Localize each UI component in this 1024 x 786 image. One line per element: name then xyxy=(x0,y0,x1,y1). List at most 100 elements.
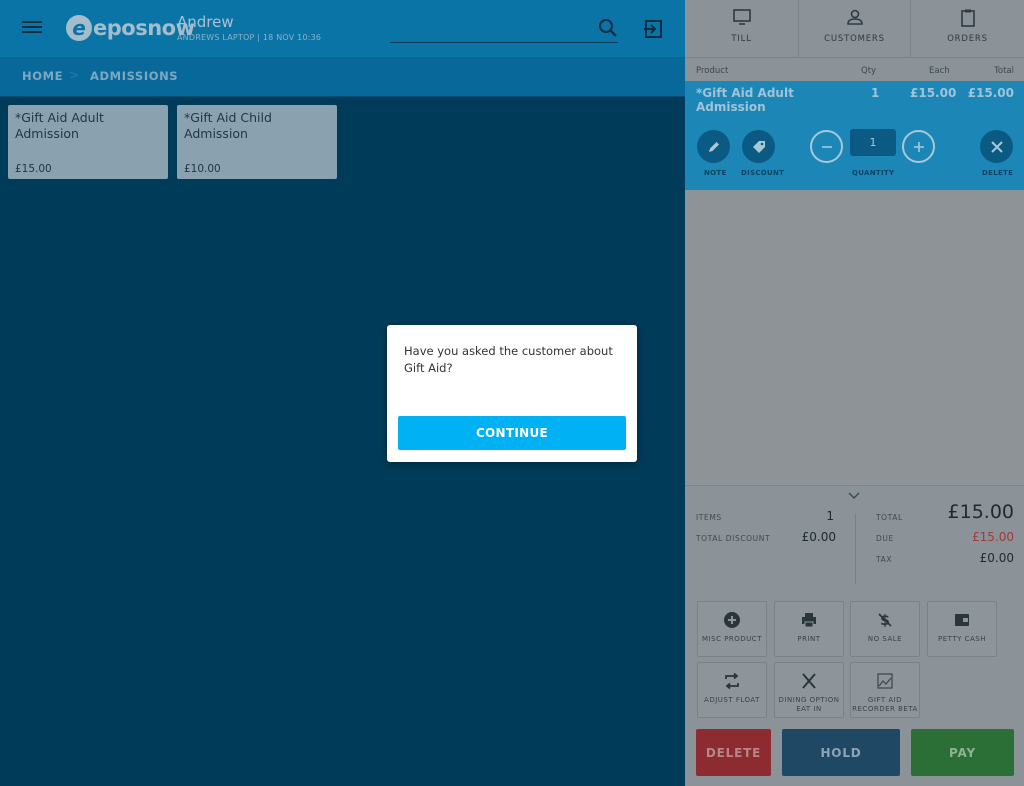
quantity-input[interactable] xyxy=(850,129,896,156)
device-datetime: ANDREWS LAPTOP | 18 NOV 10:36 xyxy=(177,33,322,42)
note-button[interactable] xyxy=(697,130,730,163)
cart-empty-space xyxy=(685,190,1024,485)
dining-option-line2: EAT IN xyxy=(796,705,822,713)
petty-cash-button[interactable]: PETTY CASH xyxy=(927,601,997,657)
breadcrumb-home[interactable]: HOME xyxy=(22,69,63,83)
col-each: Each xyxy=(929,66,950,76)
tab-customers[interactable]: CUSTOMERS xyxy=(798,0,911,58)
tab-till[interactable]: TILL xyxy=(685,0,798,58)
cart-line-item[interactable]: *Gift Aid Adult Admission 1 £15.00 £15.0… xyxy=(685,81,1024,190)
monitor-icon xyxy=(732,9,751,25)
cart-panel: TILL CUSTOMERS ORDERS Product Qty Each T… xyxy=(685,0,1024,786)
chevron-down-icon[interactable] xyxy=(848,492,860,500)
gift-aid-line2: RECORDER BETA xyxy=(852,705,918,713)
tax-label: TAX xyxy=(876,555,893,564)
total-label: TOTAL xyxy=(876,513,903,522)
tab-customers-label: CUSTOMERS xyxy=(824,34,885,44)
user-name: Andrew xyxy=(177,13,234,31)
total-discount-label: TOTAL DISCOUNT xyxy=(696,534,771,543)
misc-product-button[interactable]: MISC PRODUCT xyxy=(697,601,767,657)
top-bar: e eposnow Andrew ANDREWS LAPTOP | 18 NOV… xyxy=(0,0,685,57)
note-label: NOTE xyxy=(704,169,727,177)
pay-button[interactable]: PAY xyxy=(911,729,1014,776)
line-qty: 1 xyxy=(871,86,880,100)
misc-product-label: MISC PRODUCT xyxy=(702,635,762,643)
continue-button[interactable]: CONTINUE xyxy=(398,416,626,450)
delete-label: DELETE xyxy=(982,169,1014,177)
product-name: *Gift Aid Child Admission xyxy=(184,110,272,141)
delete-line-button[interactable] xyxy=(980,130,1013,163)
printer-icon xyxy=(802,613,816,628)
discount-label: DISCOUNT xyxy=(741,169,785,177)
gift-aid-recorder-button[interactable]: GIFT AID RECORDER BETA xyxy=(850,662,920,718)
tab-orders[interactable]: ORDERS xyxy=(911,0,1024,58)
print-label: PRINT xyxy=(797,635,821,643)
cart-header-row: Product Qty Each Total xyxy=(685,66,1024,80)
adjust-float-button[interactable]: ADJUST FLOAT xyxy=(697,662,767,718)
tag-icon xyxy=(752,140,765,153)
gift-aid-line1: GIFT AID xyxy=(867,696,903,704)
petty-cash-label: PETTY CASH xyxy=(938,635,986,643)
logout-icon[interactable] xyxy=(643,19,663,39)
minus-icon xyxy=(821,145,832,148)
dining-option-label: DINING OPTION EAT IN xyxy=(775,696,843,714)
total-discount-value: £0.00 xyxy=(801,530,836,544)
breadcrumb-separator: > xyxy=(69,68,80,82)
close-icon xyxy=(990,140,1003,153)
print-button[interactable]: PRINT xyxy=(774,601,844,657)
pencil-icon xyxy=(708,141,719,152)
product-tile[interactable]: *Gift Aid Adult Admission £15.00 xyxy=(8,105,168,179)
decrease-quantity-button[interactable] xyxy=(810,130,843,163)
gift-aid-dialog: Have you asked the customer about Gift A… xyxy=(387,325,637,462)
delete-sale-button[interactable]: DELETE xyxy=(696,729,771,776)
hold-button[interactable]: HOLD xyxy=(782,729,900,776)
utensils-icon xyxy=(802,673,816,689)
line-total: £15.00 xyxy=(967,86,1014,100)
brand-logo: e eposnow xyxy=(66,14,195,42)
totals-section: ITEMS 1 TOTAL DISCOUNT £0.00 TOTAL £15.0… xyxy=(685,485,1024,591)
no-sale-label: NO SALE xyxy=(867,635,903,643)
product-tile[interactable]: *Gift Aid Child Admission £10.00 xyxy=(177,105,337,179)
quantity-label: QUANTITY xyxy=(852,169,895,177)
col-total: Total xyxy=(994,66,1014,76)
cart-nav: TILL CUSTOMERS ORDERS xyxy=(685,0,1024,58)
line-product-name: *Gift Aid Adult Admission xyxy=(696,86,794,114)
logo-e-icon: e xyxy=(66,15,92,41)
dining-option-line1: DINING OPTION xyxy=(778,696,840,704)
tab-orders-label: ORDERS xyxy=(947,34,988,44)
col-qty: Qty xyxy=(861,66,877,76)
broken-image-icon xyxy=(877,673,893,689)
clipboard-icon xyxy=(960,9,975,27)
dialog-message: Have you asked the customer about Gift A… xyxy=(404,344,613,375)
no-sale-button[interactable]: $ NO SALE xyxy=(850,601,920,657)
line-each: £15.00 xyxy=(910,86,957,100)
plus-circle-icon xyxy=(724,612,740,628)
due-label: DUE xyxy=(876,534,894,543)
hamburger-menu-icon[interactable] xyxy=(22,18,42,38)
breadcrumb-admissions[interactable]: ADMISSIONS xyxy=(90,69,178,83)
swap-arrows-icon xyxy=(725,672,739,690)
total-value: £15.00 xyxy=(947,501,1014,523)
tab-till-label: TILL xyxy=(731,34,752,44)
plus-icon xyxy=(913,141,924,152)
increase-quantity-button[interactable] xyxy=(902,130,935,163)
no-money-icon: $ xyxy=(878,613,892,629)
col-product: Product xyxy=(696,66,729,76)
product-price: £10.00 xyxy=(184,163,221,175)
items-value: 1 xyxy=(826,509,834,523)
discount-button[interactable] xyxy=(742,130,775,163)
search-input[interactable] xyxy=(390,42,618,43)
gift-aid-recorder-label: GIFT AID RECORDER BETA xyxy=(851,696,919,714)
totals-divider xyxy=(855,514,856,584)
dining-option-button[interactable]: DINING OPTION EAT IN xyxy=(774,662,844,718)
tax-value: £0.00 xyxy=(979,551,1014,565)
product-name: *Gift Aid Adult Admission xyxy=(15,110,104,141)
search-icon[interactable] xyxy=(598,18,618,38)
product-price: £15.00 xyxy=(15,163,52,175)
adjust-float-label: ADJUST FLOAT xyxy=(704,696,760,704)
person-icon xyxy=(846,9,863,25)
breadcrumb: HOME > ADMISSIONS xyxy=(0,57,685,97)
function-buttons: MISC PRODUCT PRINT $ NO SALE PETTY CASH xyxy=(685,600,1024,720)
wallet-icon xyxy=(955,614,969,626)
due-value: £15.00 xyxy=(972,530,1014,544)
